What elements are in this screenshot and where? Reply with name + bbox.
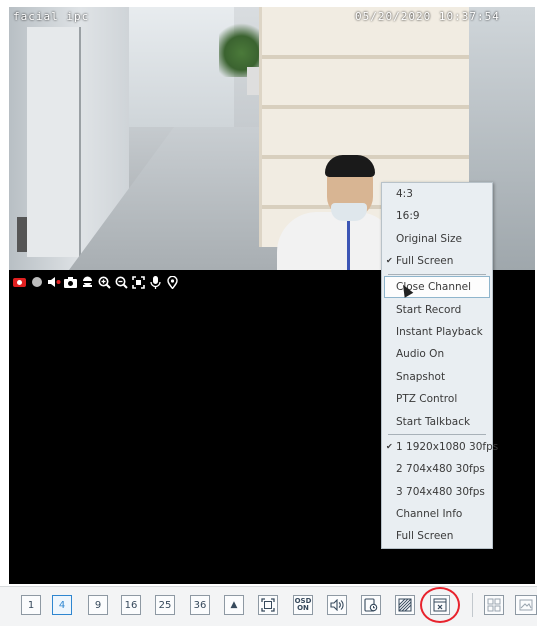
scene-door xyxy=(27,27,81,257)
zoom-in-icon[interactable] xyxy=(97,275,112,290)
scene-wall-panel xyxy=(17,217,27,252)
snapshot-icon[interactable] xyxy=(63,275,78,290)
menu-item-audio-on[interactable]: Audio On xyxy=(382,343,492,365)
volume-button[interactable] xyxy=(327,595,347,615)
sequence-button[interactable]: ▲ xyxy=(224,595,244,615)
toolbar-divider xyxy=(472,593,473,617)
ptz-icon[interactable] xyxy=(80,275,95,290)
osd-timestamp: 05/20/2020 10:37:54 xyxy=(355,10,500,23)
record-icon[interactable] xyxy=(12,275,27,290)
playback-button[interactable] xyxy=(361,595,381,615)
stop-icon[interactable] xyxy=(29,275,44,290)
channel-context-menu: 4:3 16:9 Original Size Full Screen Close… xyxy=(381,182,498,549)
image-adjust-button[interactable] xyxy=(395,595,415,615)
highlight-annotation xyxy=(420,587,460,623)
menu-item-snapshot[interactable]: Snapshot xyxy=(382,366,492,388)
menu-item-full-screen-ratio[interactable]: Full Screen xyxy=(382,250,492,273)
picture-icon xyxy=(519,599,533,611)
menu-separator xyxy=(388,273,486,275)
zoom-out-icon[interactable] xyxy=(114,275,129,290)
live-view-area[interactable]: facial ipc 05/20/2020 10:37:54 4:3 16:9 … xyxy=(9,7,535,584)
scene-face-mask xyxy=(331,203,367,221)
audio-mute-icon[interactable] xyxy=(46,275,61,290)
layout-36-button[interactable]: 36 xyxy=(190,595,210,615)
fullscreen-frame-icon xyxy=(261,598,275,612)
hatch-icon xyxy=(398,598,412,612)
fullscreen-icon[interactable] xyxy=(131,275,146,290)
menu-item-ptz-control[interactable]: PTZ Control xyxy=(382,388,492,410)
talkback-icon[interactable] xyxy=(148,275,163,290)
menu-item-stream-3[interactable]: 3 704x480 30fps xyxy=(382,481,492,503)
scene-person-hair xyxy=(325,155,375,177)
osd-on-button[interactable]: OSD ON xyxy=(293,595,313,615)
speaker-icon xyxy=(329,599,343,611)
menu-item-aspect-4-3[interactable]: 4:3 xyxy=(382,183,492,205)
osd-channel-name: facial ipc xyxy=(13,10,90,23)
location-icon[interactable] xyxy=(165,275,180,290)
full-screen-button[interactable] xyxy=(258,595,278,615)
layout-25-button[interactable]: 25 xyxy=(155,595,175,615)
grid-layout-icon xyxy=(487,598,501,612)
scene-lanyard xyxy=(347,221,350,270)
menu-item-instant-playback[interactable]: Instant Playback xyxy=(382,321,492,343)
channel-toolbar xyxy=(9,272,180,292)
menu-separator xyxy=(388,433,486,435)
scene-person-body xyxy=(277,212,397,270)
menu-item-stream-2[interactable]: 2 704x480 30fps xyxy=(382,458,492,480)
menu-item-channel-info[interactable]: Channel Info xyxy=(382,503,492,525)
menu-item-full-screen[interactable]: Full Screen xyxy=(382,525,492,547)
playback-clock-icon xyxy=(364,598,378,612)
menu-item-close-channel[interactable]: Close Channel xyxy=(384,275,490,298)
osd-label: OSD ON xyxy=(294,597,312,612)
layout-1-button[interactable]: 1 xyxy=(21,595,41,615)
layout-grid-button[interactable] xyxy=(484,595,504,615)
triangle-up-icon: ▲ xyxy=(230,600,238,610)
menu-item-start-record[interactable]: Start Record xyxy=(382,299,492,321)
layout-9-button[interactable]: 9 xyxy=(88,595,108,615)
layout-4-button[interactable]: 4 xyxy=(52,595,72,615)
menu-item-stream-1[interactable]: 1 1920x1080 30fps xyxy=(382,436,498,459)
image-view-button[interactable] xyxy=(515,595,537,615)
menu-item-original-size[interactable]: Original Size xyxy=(382,228,492,250)
menu-item-aspect-16-9[interactable]: 16:9 xyxy=(382,205,492,227)
menu-item-start-talkback[interactable]: Start Talkback xyxy=(382,411,492,433)
layout-16-button[interactable]: 16 xyxy=(121,595,141,615)
